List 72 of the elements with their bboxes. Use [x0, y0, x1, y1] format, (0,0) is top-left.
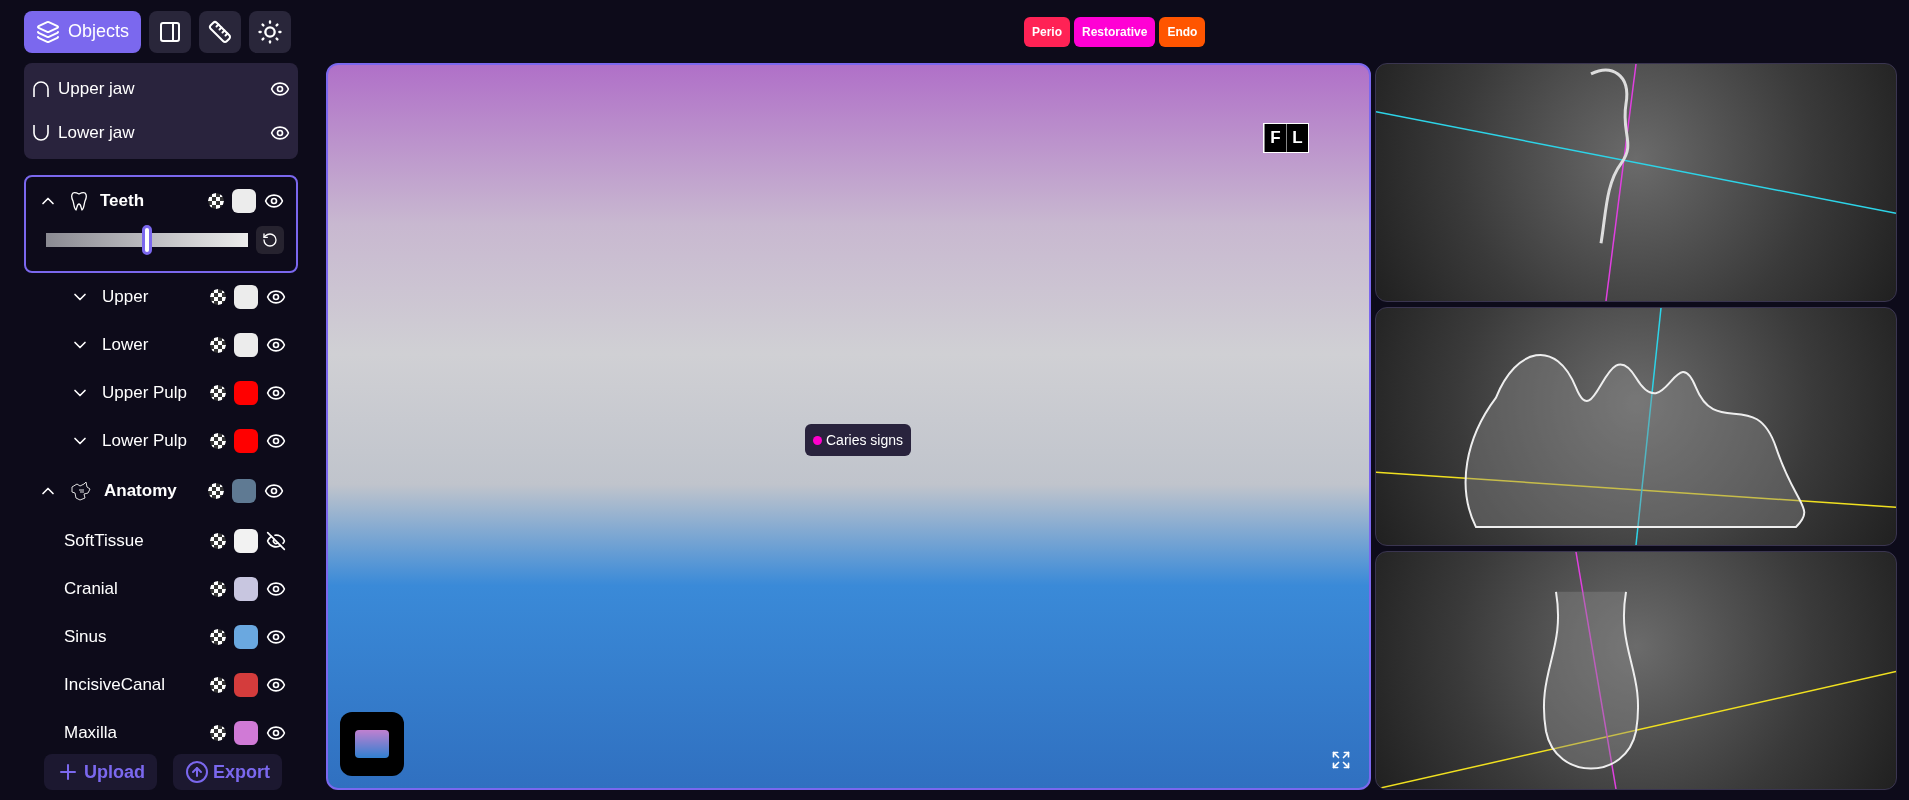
- eye-icon[interactable]: [270, 123, 290, 143]
- eye-icon[interactable]: [266, 335, 286, 355]
- opacity-icon[interactable]: [210, 385, 226, 401]
- footer-button[interactable]: Upload: [44, 754, 157, 790]
- color-swatch[interactable]: [234, 381, 258, 405]
- opacity-icon[interactable]: [210, 533, 226, 549]
- 3d-viewport[interactable]: F L Caries signs: [326, 63, 1371, 790]
- orientation-face[interactable]: F: [1264, 124, 1286, 152]
- undo-icon: [262, 232, 278, 248]
- opacity-icon[interactable]: [210, 289, 226, 305]
- annotation-text: Caries signs: [826, 430, 904, 450]
- opacity-icon[interactable]: [210, 433, 226, 449]
- eye-icon[interactable]: [264, 481, 284, 501]
- layer-label: Upper: [102, 286, 149, 309]
- layers-icon: [36, 19, 60, 44]
- model-thumbnail[interactable]: [340, 712, 404, 776]
- layer-label: Lower Pulp: [102, 430, 188, 453]
- color-swatch[interactable]: [234, 529, 258, 553]
- eye-icon[interactable]: [266, 383, 286, 403]
- eye-off-icon[interactable]: [266, 531, 286, 551]
- color-swatch[interactable]: [234, 673, 258, 697]
- color-swatch[interactable]: [232, 189, 256, 213]
- arch-icon: [32, 80, 50, 98]
- opacity-icon[interactable]: [210, 725, 226, 741]
- color-swatch[interactable]: [232, 479, 256, 503]
- jaw-label[interactable]: Upper jaw: [58, 76, 135, 102]
- layer-label: IncisiveCanal: [64, 674, 166, 697]
- layer-label: Maxilla: [64, 722, 117, 745]
- ruler-icon: [208, 19, 233, 44]
- opacity-icon[interactable]: [208, 193, 224, 209]
- layer-label: Anatomy: [104, 480, 177, 503]
- toolbar-button[interactable]: [199, 10, 242, 53]
- eye-icon[interactable]: [266, 675, 286, 695]
- tooth-icon: [70, 191, 88, 211]
- color-swatch[interactable]: [234, 333, 258, 357]
- panel-icon: [158, 19, 183, 44]
- eye-icon[interactable]: [266, 287, 286, 307]
- eye-icon[interactable]: [266, 723, 286, 743]
- color-swatch[interactable]: [234, 625, 258, 649]
- eye-icon[interactable]: [266, 431, 286, 451]
- opacity-icon[interactable]: [210, 629, 226, 645]
- eye-icon[interactable]: [264, 191, 284, 211]
- annotation-label[interactable]: Caries signs: [805, 424, 912, 456]
- orientation-face[interactable]: L: [1286, 124, 1308, 152]
- toolbar-button[interactable]: [249, 10, 292, 53]
- layer-label: SoftTissue: [64, 530, 144, 553]
- eye-icon[interactable]: [266, 627, 286, 647]
- objects-tab[interactable]: Objects: [24, 10, 142, 53]
- upload-circle-icon: [185, 760, 209, 784]
- opacity-icon[interactable]: [210, 677, 226, 693]
- eye-icon[interactable]: [270, 79, 290, 99]
- opacity-icon[interactable]: [210, 337, 226, 353]
- opacity-icon[interactable]: [208, 483, 224, 499]
- layer-label: Sinus: [64, 626, 107, 649]
- layer-label: Teeth: [100, 190, 145, 213]
- reset-button[interactable]: [256, 226, 284, 254]
- category-tag[interactable]: Perio: [1024, 17, 1070, 47]
- color-swatch[interactable]: [234, 285, 258, 309]
- eye-icon[interactable]: [266, 579, 286, 599]
- color-swatch[interactable]: [234, 429, 258, 453]
- footer-button[interactable]: Export: [173, 754, 282, 790]
- layer-label: Lower: [102, 334, 149, 357]
- slider-thumb[interactable]: [142, 225, 152, 255]
- color-swatch[interactable]: [234, 577, 258, 601]
- jaw-label[interactable]: Lower jaw: [58, 120, 135, 146]
- layer-label: Cranial: [64, 578, 118, 601]
- toolbar-button[interactable]: [149, 10, 192, 53]
- color-swatch[interactable]: [234, 721, 258, 745]
- layer-label: Upper Pulp: [102, 382, 188, 405]
- u-arch-icon: [32, 124, 50, 142]
- opacity-icon[interactable]: [210, 581, 226, 597]
- fullscreen-icon[interactable]: [1331, 750, 1351, 770]
